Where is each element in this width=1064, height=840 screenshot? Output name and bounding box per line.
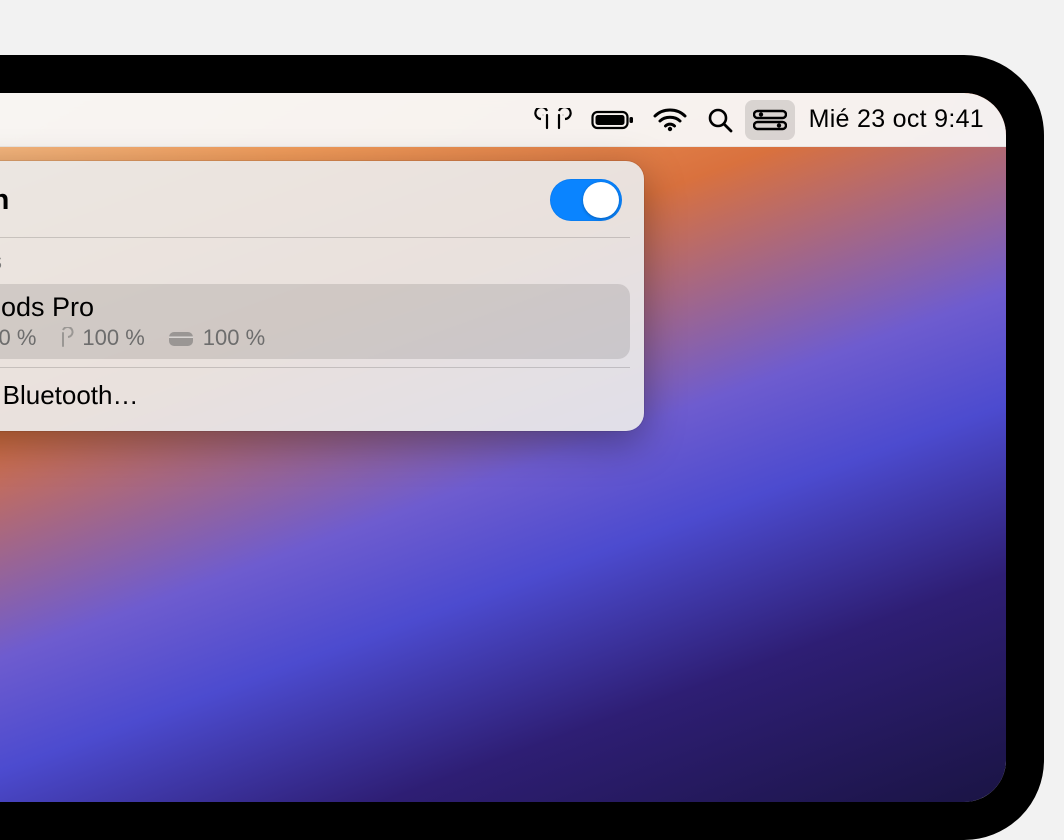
device-battery-line: 100 % 100 % — [0, 325, 265, 351]
devices-section-label: Dispositivos — [0, 238, 644, 282]
bluetooth-title: Bluetooth — [0, 184, 550, 217]
case-pct: 100 % — [203, 325, 265, 351]
wifi-icon — [653, 108, 687, 132]
left-earbud-pct: 100 % — [0, 325, 36, 351]
toggle-knob — [583, 182, 619, 218]
case-battery: 100 % — [167, 325, 265, 351]
bluetooth-panel: Bluetooth Dispositivos — [0, 161, 644, 431]
menubar-control-center-icon[interactable] — [745, 100, 795, 140]
search-icon — [707, 107, 733, 133]
left-earbud-battery: 100 % — [0, 325, 36, 351]
menubar-clock[interactable]: Mié 23 oct 9:41 — [797, 105, 984, 134]
desktop-wallpaper: Mié 23 oct 9:41 Bluetooth Dispositivos — [0, 93, 1006, 802]
battery-icon — [591, 109, 635, 131]
device-name: AirPods Pro — [0, 292, 265, 323]
device-row-airpods[interactable]: AirPods Pro 100 % — [0, 284, 630, 359]
menubar-wifi-icon[interactable] — [645, 100, 695, 140]
case-icon — [167, 328, 195, 348]
earbud-right-icon — [58, 327, 74, 349]
menubar: Mié 23 oct 9:41 — [0, 93, 1006, 147]
device-bezel: Mié 23 oct 9:41 Bluetooth Dispositivos — [0, 55, 1044, 840]
airpods-icon — [533, 108, 573, 132]
menubar-spotlight-icon[interactable] — [697, 100, 743, 140]
control-center-icon — [753, 109, 787, 131]
device-meta: AirPods Pro 100 % — [0, 292, 265, 351]
right-earbud-pct: 100 % — [82, 325, 144, 351]
menubar-battery-icon[interactable] — [583, 100, 643, 140]
right-earbud-battery: 100 % — [58, 325, 144, 351]
menubar-airpods-icon[interactable] — [525, 100, 581, 140]
bluetooth-settings-link[interactable]: Ajustes de Bluetooth… — [0, 368, 644, 425]
bluetooth-panel-header: Bluetooth — [0, 177, 644, 237]
bluetooth-toggle[interactable] — [550, 179, 622, 221]
